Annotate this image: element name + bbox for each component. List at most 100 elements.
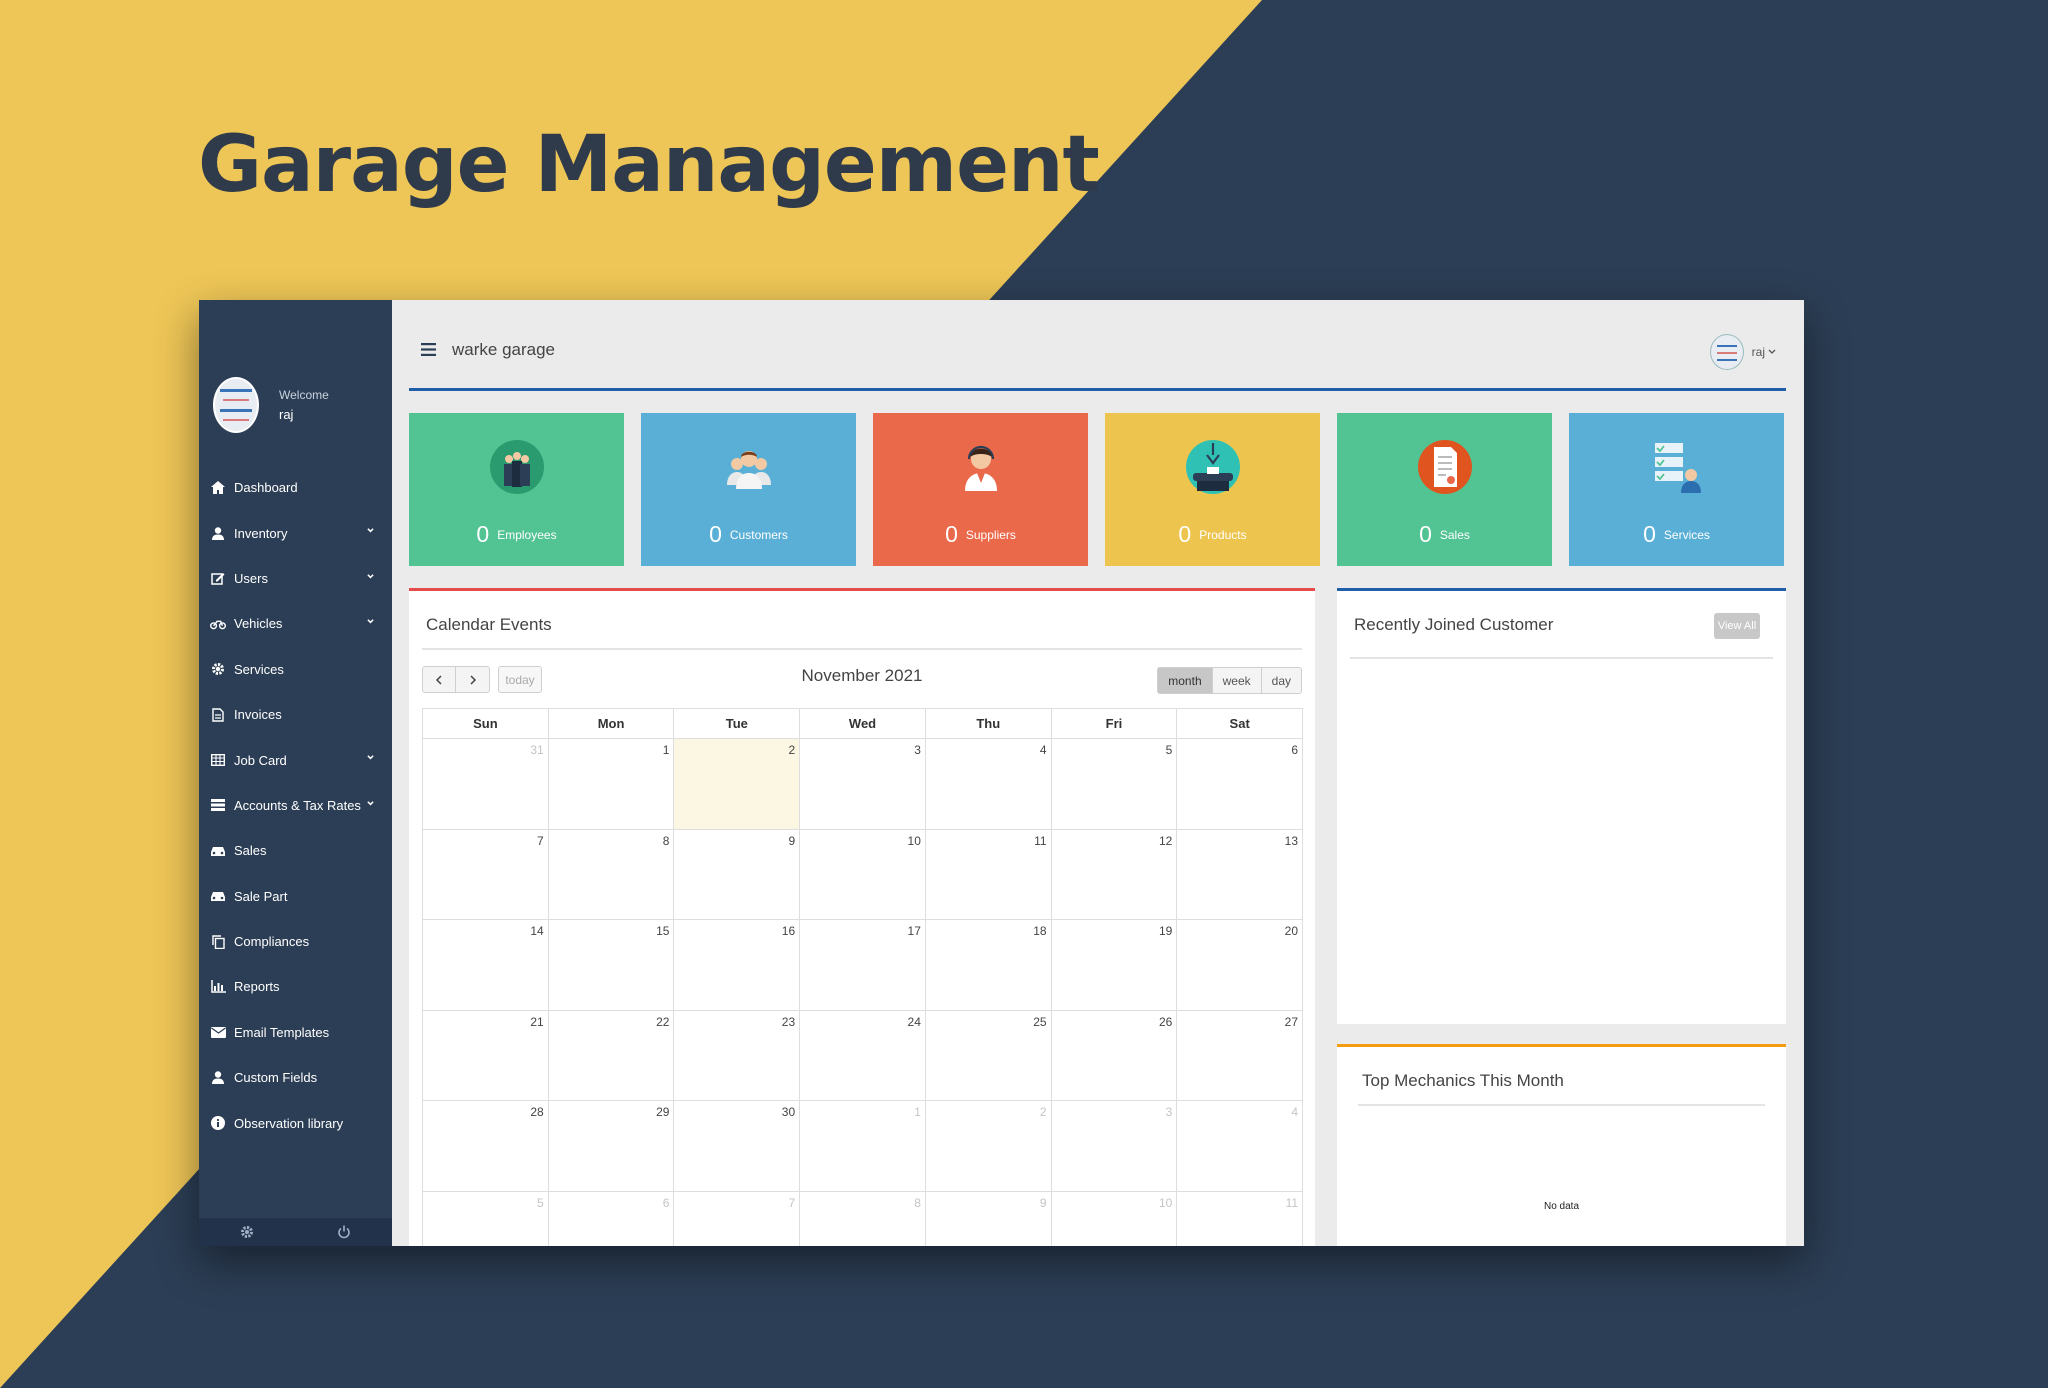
calendar-day[interactable]: 11 [926, 829, 1052, 919]
calendar-day[interactable]: 26 [1052, 1010, 1178, 1100]
day-number: 8 [914, 1195, 921, 1210]
calendar-day[interactable]: 24 [800, 1010, 926, 1100]
calendar-day[interactable]: 18 [926, 920, 1052, 1010]
power-icon[interactable] [337, 1225, 351, 1239]
calendar-day[interactable]: 12 [1052, 829, 1178, 919]
calendar-day[interactable]: 25 [926, 1010, 1052, 1100]
calendar-day[interactable]: 22 [549, 1010, 675, 1100]
sidebar-item-label: Job Card [234, 752, 287, 768]
calendar-day[interactable]: 17 [800, 920, 926, 1010]
prev-month-button[interactable] [422, 666, 456, 693]
sidebar-item-inventory[interactable]: Inventory [199, 510, 392, 555]
calendar-day[interactable]: 1 [549, 739, 675, 829]
calendar-day[interactable]: 28 [423, 1101, 549, 1191]
sidebar-item-label: Inventory [234, 525, 288, 541]
sidebar-item-email-templates[interactable]: Email Templates [199, 1010, 392, 1055]
calendar-day[interactable]: 8 [549, 829, 675, 919]
sidebar-item-invoices[interactable]: Invoices [199, 692, 392, 737]
user-menu[interactable]: raj [1709, 334, 1776, 370]
calendar-day[interactable]: 5 [1052, 739, 1178, 829]
day-number: 1 [914, 1105, 921, 1119]
sidebar: Welcome raj Dashboard Inventory Users Ve… [199, 300, 392, 1246]
calendar-day[interactable]: 31 [423, 739, 549, 829]
calendar-day[interactable]: 16 [674, 920, 801, 1010]
calendar-day[interactable]: 7 [674, 1191, 801, 1246]
sidebar-item-reports[interactable]: Reports [199, 964, 392, 1009]
gear-icon[interactable] [240, 1225, 254, 1239]
calendar-day[interactable]: 23 [674, 1010, 801, 1100]
sidebar-item-sale-part[interactable]: Sale Part [199, 874, 392, 919]
calendar-day[interactable]: 3 [1052, 1101, 1178, 1191]
calendar-day[interactable]: 2 [926, 1101, 1052, 1191]
sidebar-item-users[interactable]: Users [199, 556, 392, 601]
day-number: 22 [656, 1014, 670, 1029]
tile-count: 0 [1178, 521, 1192, 547]
day-number: 25 [1033, 1014, 1047, 1029]
calendar-day[interactable]: 10 [800, 829, 926, 919]
tile-label: Services [1663, 527, 1710, 542]
calendar-day[interactable]: 10 [1052, 1191, 1178, 1246]
main-content: warke garage raj 0 Employees 0 Customers [409, 316, 1786, 1246]
calendar-day[interactable]: 4 [926, 739, 1052, 829]
calendar-nav: today [422, 666, 542, 693]
calendar-day[interactable]: 20 [1177, 920, 1304, 1010]
tile-suppliers[interactable]: 0 Suppliers [873, 413, 1088, 566]
car-icon [210, 889, 226, 903]
calendar-day[interactable]: 3 [800, 739, 926, 829]
calendar-day[interactable]: 11 [1177, 1191, 1304, 1246]
calendar-day-today[interactable]: 2 [674, 739, 801, 829]
calendar-day[interactable]: 9 [674, 829, 801, 919]
calendar-day[interactable]: 6 [549, 1191, 675, 1246]
view-all-button[interactable]: View All [1714, 613, 1760, 639]
calendar-day[interactable]: 15 [549, 920, 675, 1010]
sales-icon [1417, 440, 1472, 494]
sidebar-item-accounts-tax-rates[interactable]: Accounts & Tax Rates [199, 783, 392, 828]
calendar-day[interactable]: 7 [423, 829, 549, 919]
services-icon [1654, 443, 1701, 493]
sidebar-item-custom-fields[interactable]: Custom Fields [199, 1055, 392, 1100]
day-number: 30 [781, 1105, 796, 1119]
tile-employees[interactable]: 0 Employees [409, 413, 624, 566]
day-number: 24 [907, 1014, 921, 1029]
week-view-button[interactable]: week [1212, 667, 1262, 694]
calendar-day[interactable]: 30 [674, 1101, 801, 1191]
products-icon [1185, 440, 1240, 494]
day-number: 4 [1291, 1105, 1299, 1119]
calendar-day[interactable]: 21 [423, 1010, 549, 1100]
calendar-day[interactable]: 6 [1177, 739, 1304, 829]
top-mechanics-panel: Top Mechanics This Month No data [1337, 1044, 1786, 1246]
calendar-day[interactable]: 13 [1177, 829, 1304, 919]
tile-products[interactable]: 0 Products [1105, 413, 1320, 566]
sidebar-item-job-card[interactable]: Job Card [199, 737, 392, 782]
calendar-day[interactable]: 8 [800, 1191, 926, 1246]
calendar-day[interactable]: 4 [1177, 1101, 1304, 1191]
tile-services[interactable]: 0 Services [1569, 413, 1784, 566]
day-view-button[interactable]: day [1261, 667, 1302, 694]
sidebar-item-sales[interactable]: Sales [199, 828, 392, 873]
month-view-button[interactable]: month [1157, 667, 1213, 694]
calendar-day[interactable]: 27 [1177, 1010, 1304, 1100]
calendar-day[interactable]: 1 [800, 1101, 926, 1191]
day-number: 10 [1158, 1195, 1173, 1210]
hamburger-menu-icon[interactable] [421, 343, 436, 356]
server-icon [210, 798, 226, 812]
sidebar-item-compliances[interactable]: Compliances [199, 919, 392, 964]
tile-customers[interactable]: 0 Customers [641, 413, 856, 566]
calendar-day[interactable]: 14 [423, 920, 549, 1010]
calendar-day[interactable]: 5 [423, 1191, 549, 1246]
calendar-week-row: 28 29 30 1 2 3 4 [423, 1101, 1304, 1192]
tile-sales[interactable]: 0 Sales [1337, 413, 1552, 566]
sidebar-item-dashboard[interactable]: Dashboard [199, 465, 392, 510]
sidebar-item-observation-library[interactable]: Observation library [199, 1100, 392, 1145]
calendar-day[interactable]: 19 [1052, 920, 1178, 1010]
calendar-day[interactable]: 9 [926, 1191, 1052, 1246]
calendar-week-row: 21 22 23 24 25 26 27 [423, 1010, 1304, 1101]
day-number: 27 [1284, 1014, 1299, 1029]
today-button[interactable]: today [498, 666, 542, 693]
calendar-day[interactable]: 29 [549, 1101, 675, 1191]
sidebar-item-vehicles[interactable]: Vehicles [199, 601, 392, 646]
chevron-right-icon [469, 674, 476, 685]
next-month-button[interactable] [456, 666, 490, 693]
sidebar-item-services[interactable]: Services [199, 647, 392, 692]
day-of-week-header: Thu [926, 709, 1052, 738]
